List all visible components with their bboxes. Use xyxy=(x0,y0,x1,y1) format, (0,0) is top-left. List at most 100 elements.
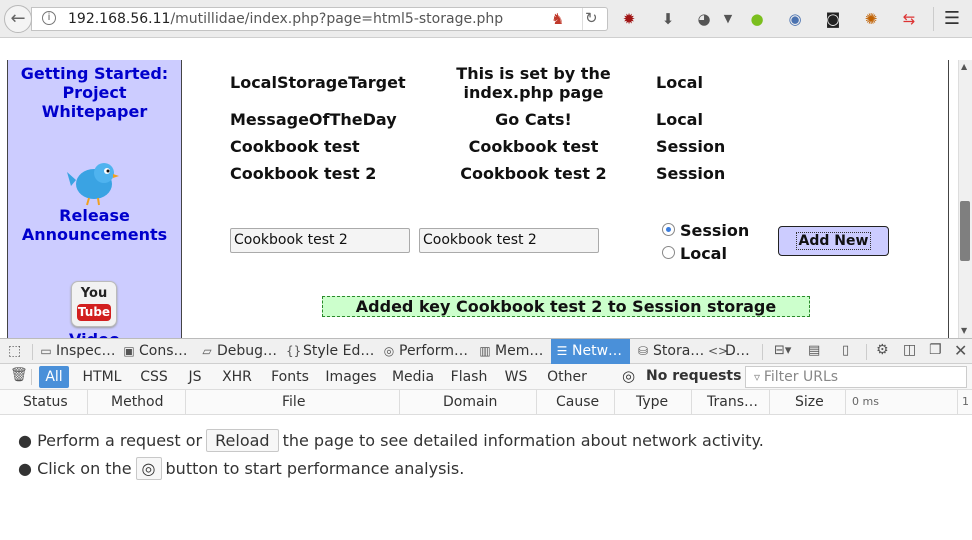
row1-type: Local xyxy=(656,73,703,92)
frame-select-icon[interactable]: ⊟▾ xyxy=(774,343,791,358)
pick-element-icon[interactable]: ⬚ xyxy=(8,343,21,359)
col-timeline-start: 0 ms xyxy=(852,395,879,408)
page-scrollbar-thumb[interactable] xyxy=(960,201,970,261)
devtools-tabbar: ⬚ ▭ Inspec… ▣ Cons… ▱ Debug… {} Style Ed… ◎ P… xyxy=(0,338,972,364)
tab-dom[interactable]: <>D… xyxy=(704,339,758,364)
reload-button[interactable]: Reload xyxy=(206,429,279,452)
radio-local[interactable] xyxy=(662,246,675,259)
close-devtools-icon[interactable]: ✕ xyxy=(954,341,967,360)
add-new-button[interactable]: Add New xyxy=(778,226,889,256)
youtube-icon[interactable]: You Tube xyxy=(71,281,117,327)
filter-urls-placeholder: Filter URLs xyxy=(763,369,839,385)
network-filterbar: 🗑 All HTML CSS JS XHR Fonts Images Media… xyxy=(0,364,972,390)
col-timeline-end: 1 xyxy=(962,395,969,408)
page-scrollbar[interactable]: ▲ ▼ xyxy=(958,60,972,338)
menu-icon[interactable]: ☰ xyxy=(942,9,962,29)
tab-network[interactable]: ☰ Netw… xyxy=(551,339,630,364)
addon-dragon-icon[interactable]: ♞ xyxy=(551,10,564,28)
release-announcements-link[interactable]: Release Announcements xyxy=(8,206,181,244)
filter-xhr[interactable]: XHR xyxy=(218,366,256,388)
getting-started-link[interactable]: Getting Started: Project Whitepaper xyxy=(8,64,181,121)
dock-side-icon[interactable]: ◫ xyxy=(903,342,916,358)
tab-debugger[interactable]: ▱ Debug… xyxy=(196,339,282,364)
col-file[interactable]: File xyxy=(282,390,305,414)
tab-memory[interactable]: ▥ Mem… xyxy=(474,339,550,364)
request-table-header: Status Method File Domain Cause Type Tra… xyxy=(0,390,972,415)
performance-analysis-icon[interactable]: ◎ xyxy=(622,367,635,385)
scroll-down-icon[interactable]: ▼ xyxy=(961,326,967,335)
filter-fonts[interactable]: Fonts xyxy=(266,366,314,388)
addon-mask-icon[interactable]: ◙ xyxy=(823,9,843,29)
addon-green-icon[interactable]: ● xyxy=(747,9,767,29)
addon-gear-orange-icon[interactable]: ✺ xyxy=(861,9,881,29)
sidebar: Getting Started: Project Whitepaper Rele… xyxy=(7,60,182,338)
col-cause[interactable]: Cause xyxy=(556,390,599,414)
radio-session[interactable] xyxy=(662,223,675,236)
tab-style-editor[interactable]: {} Style Ed… xyxy=(282,339,378,364)
download-icon[interactable]: ⬇ xyxy=(658,9,678,29)
empty-message-reload: ● Perform a request or Reload the page to … xyxy=(18,429,764,452)
addon-globe-icon[interactable]: ◉ xyxy=(785,9,805,29)
palette-icon[interactable]: ◕ xyxy=(694,9,714,29)
tab-dom-label: D… xyxy=(725,343,750,359)
performance-stopwatch-icon: ◎ xyxy=(141,459,156,478)
scroll-up-icon[interactable]: ▲ xyxy=(961,62,967,71)
tab-console[interactable]: ▣ Cons… xyxy=(118,339,196,364)
filter-urls-input[interactable]: ▿ Filter URLs xyxy=(745,366,967,388)
video-link[interactable]: Video xyxy=(8,330,181,338)
col-type[interactable]: Type xyxy=(636,390,668,414)
back-button[interactable]: ← xyxy=(4,5,32,33)
col-separator xyxy=(87,390,88,414)
chevron-down-icon[interactable]: ▼ xyxy=(718,9,738,29)
filter-all[interactable]: All xyxy=(39,366,69,388)
reload-icon[interactable]: ↻ xyxy=(585,9,598,27)
url-host: 192.168.56.11 xyxy=(68,11,171,27)
tab-inspector[interactable]: ▭ Inspec… xyxy=(35,339,118,364)
key-input[interactable]: Cookbook test 2 xyxy=(230,228,410,253)
row2-type: Local xyxy=(656,110,703,129)
addon-bug-icon[interactable]: ✹ xyxy=(619,9,639,29)
radio-session-label[interactable]: Session xyxy=(680,221,749,240)
filter-css[interactable]: CSS xyxy=(136,366,172,388)
url-text[interactable]: 192.168.56.11/mutillidae/index.php?page=… xyxy=(68,11,503,27)
value-input[interactable]: Cookbook test 2 xyxy=(419,228,599,253)
col-separator xyxy=(691,390,692,414)
addon-arrows-icon[interactable]: ⇆ xyxy=(899,9,919,29)
info-icon[interactable]: i xyxy=(42,11,56,25)
radio-local-label[interactable]: Local xyxy=(680,244,727,263)
filter-other[interactable]: Other xyxy=(542,366,592,388)
col-separator xyxy=(769,390,770,414)
youtube-you-text: You xyxy=(80,286,108,301)
filter-images[interactable]: Images xyxy=(323,366,379,388)
col-size[interactable]: Size xyxy=(795,390,824,414)
tab-performance[interactable]: ◎ Perform… xyxy=(378,339,472,364)
tab-storage-label: Stora… xyxy=(653,343,705,359)
getting-started-line2: Project xyxy=(62,83,127,102)
url-bar[interactable]: i 192.168.56.11/mutillidae/index.php?pag… xyxy=(31,7,608,31)
responsive-mode-icon[interactable]: ▯ xyxy=(842,343,849,358)
inspector-icon: ▭ xyxy=(40,344,52,358)
tab-storage[interactable]: ⛁ Stora… xyxy=(632,339,704,364)
col-transferred[interactable]: Trans… xyxy=(707,390,758,414)
bullet-2: ● xyxy=(18,459,32,478)
filter-js[interactable]: JS xyxy=(182,366,208,388)
col-separator xyxy=(845,390,846,414)
start-performance-button[interactable]: ◎ xyxy=(135,457,162,480)
twitter-bird-icon[interactable] xyxy=(67,158,119,206)
col-separator xyxy=(614,390,615,414)
col-method[interactable]: Method xyxy=(111,390,164,414)
col-separator xyxy=(185,390,186,414)
msg1-after: the page to see detailed information abo… xyxy=(282,431,764,450)
settings-gear-icon[interactable]: ⚙ xyxy=(876,342,889,358)
split-console-icon[interactable]: ▤ xyxy=(808,343,820,358)
col-status[interactable]: Status xyxy=(23,390,68,414)
filter-media[interactable]: Media xyxy=(388,366,438,388)
col-domain[interactable]: Domain xyxy=(443,390,497,414)
tab-separator xyxy=(32,344,33,360)
filter-html[interactable]: HTML xyxy=(78,366,126,388)
undock-window-icon[interactable]: ❐ xyxy=(929,342,942,358)
tab-separator xyxy=(866,344,867,360)
clear-trash-icon[interactable]: 🗑 xyxy=(10,367,28,383)
filter-ws[interactable]: WS xyxy=(500,366,532,388)
filter-flash[interactable]: Flash xyxy=(448,366,490,388)
